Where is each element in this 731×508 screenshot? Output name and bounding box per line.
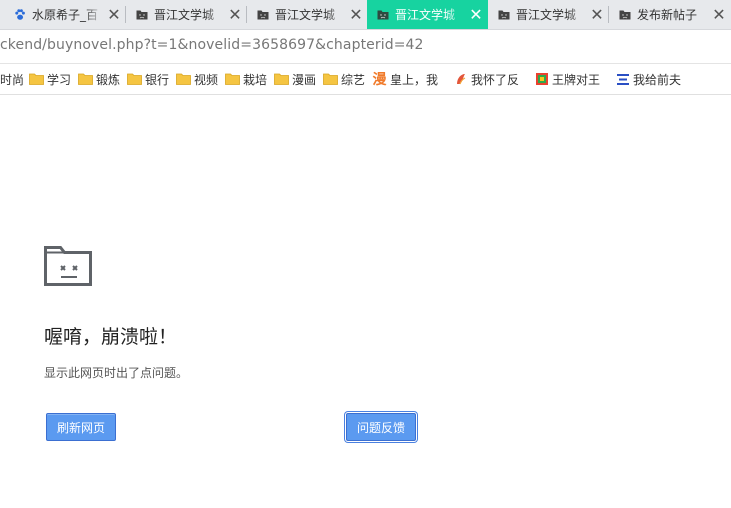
bookmark-ex-husband[interactable]: 我给前夫 xyxy=(615,70,681,88)
sad-folder-icon xyxy=(498,9,510,21)
tab-label: 发布新帖子 xyxy=(637,8,698,22)
url-text[interactable]: ckend/buynovel.php?t=1&novelid=3658697&c… xyxy=(0,37,424,53)
feedback-button[interactable]: 问题反馈 xyxy=(346,413,416,441)
folder-icon xyxy=(225,72,240,86)
bookmark-label: 王牌对王 xyxy=(552,72,601,87)
tab-baidu[interactable]: 水原希子_百 ✕ xyxy=(0,0,126,29)
sad-folder-icon xyxy=(377,9,389,21)
close-icon[interactable]: ✕ xyxy=(711,6,727,23)
tab-label: 晋江文学城 xyxy=(516,8,577,22)
tab-label: 晋江文学城 xyxy=(275,8,336,22)
bookmark-label: 我给前夫 xyxy=(633,72,682,87)
bookmark-folder-exercise[interactable]: 锻炼 xyxy=(78,70,120,88)
bookmark-label: 我怀了反 xyxy=(471,72,520,87)
bookmark-label: 综艺 xyxy=(341,72,366,87)
sad-folder-icon xyxy=(136,9,148,21)
reload-button[interactable]: 刷新网页 xyxy=(46,413,116,441)
bookmark-label: 漫画 xyxy=(292,72,317,87)
bookmark-folder-study[interactable]: 学习 xyxy=(29,70,71,88)
bookmark-folder-bank[interactable]: 银行 xyxy=(127,70,169,88)
bookmark-ace-vs-ace[interactable]: 王牌对王 xyxy=(534,70,600,88)
tab-label: 晋江文学城 xyxy=(154,8,215,22)
bookmarks-bar: 时尚 学习 锻炼 银行 视频 栽培 漫画 综艺 漫 皇上，我 我怀了反 王牌对王 xyxy=(0,64,731,95)
close-icon[interactable]: ✕ xyxy=(348,6,364,23)
bookmark-folder-gardening[interactable]: 栽培 xyxy=(225,70,267,88)
baidu-paw-icon xyxy=(14,9,26,21)
tab-jjwxc-2[interactable]: 晋江文学城 ✕ xyxy=(247,0,368,29)
tab-jjwxc-4[interactable]: 晋江文学城 ✕ xyxy=(488,0,609,29)
sad-folder-icon xyxy=(257,9,269,21)
bookmark-label: 皇上，我 xyxy=(390,72,439,87)
tab-new-post[interactable]: 发布新帖子 ✕ xyxy=(609,0,731,29)
tab-strip: 水原希子_百 ✕ 晋江文学城 ✕ 晋江文学城 ✕ 晋江文学城 ✕ 晋江文学城 ✕ xyxy=(0,0,731,30)
folder-icon xyxy=(127,72,142,86)
bookmark-label: 栽培 xyxy=(243,72,268,87)
sad-folder-icon xyxy=(44,246,92,286)
folder-icon xyxy=(323,72,338,86)
close-icon[interactable]: ✕ xyxy=(589,6,605,23)
bookmark-label: 银行 xyxy=(145,72,170,87)
tab-jjwxc-1[interactable]: 晋江文学城 ✕ xyxy=(126,0,247,29)
error-title: 喔唷，崩溃啦！ xyxy=(44,326,178,348)
tab-jjwxc-active[interactable]: 晋江文学城 ✕ xyxy=(367,0,488,29)
close-icon[interactable]: ✕ xyxy=(468,6,484,23)
folder-icon xyxy=(29,72,44,86)
folder-icon xyxy=(78,72,93,86)
bookmark-pregnant[interactable]: 我怀了反 xyxy=(453,70,519,88)
error-description: 显示此网页时出了点问题。 xyxy=(44,366,189,380)
bookmark-folder-variety[interactable]: 综艺 xyxy=(323,70,365,88)
close-icon[interactable]: ✕ xyxy=(106,6,122,23)
bookmark-label: 锻炼 xyxy=(96,72,121,87)
sad-folder-icon xyxy=(619,9,631,21)
list-favicon xyxy=(615,72,630,86)
tv-favicon xyxy=(534,72,549,86)
bookmark-folder-comics[interactable]: 漫画 xyxy=(274,70,316,88)
address-bar[interactable]: ckend/buynovel.php?t=1&novelid=3658697&c… xyxy=(0,30,731,64)
folder-icon xyxy=(176,72,191,86)
bookmark-emperor[interactable]: 漫 皇上，我 xyxy=(372,70,439,88)
close-icon[interactable]: ✕ xyxy=(227,6,243,23)
bookmark-fashion[interactable]: 时尚 xyxy=(0,70,24,88)
folder-icon xyxy=(274,72,289,86)
bookmark-label: 学习 xyxy=(47,72,72,87)
site-favicon xyxy=(453,72,468,86)
bookmark-label: 时尚 xyxy=(0,72,25,87)
manhua-icon: 漫 xyxy=(372,72,387,88)
bookmark-label: 视频 xyxy=(194,72,219,87)
tab-label: 水原希子_百 xyxy=(32,8,99,22)
bookmark-folder-video[interactable]: 视频 xyxy=(176,70,218,88)
tab-label: 晋江文学城 xyxy=(395,8,456,22)
